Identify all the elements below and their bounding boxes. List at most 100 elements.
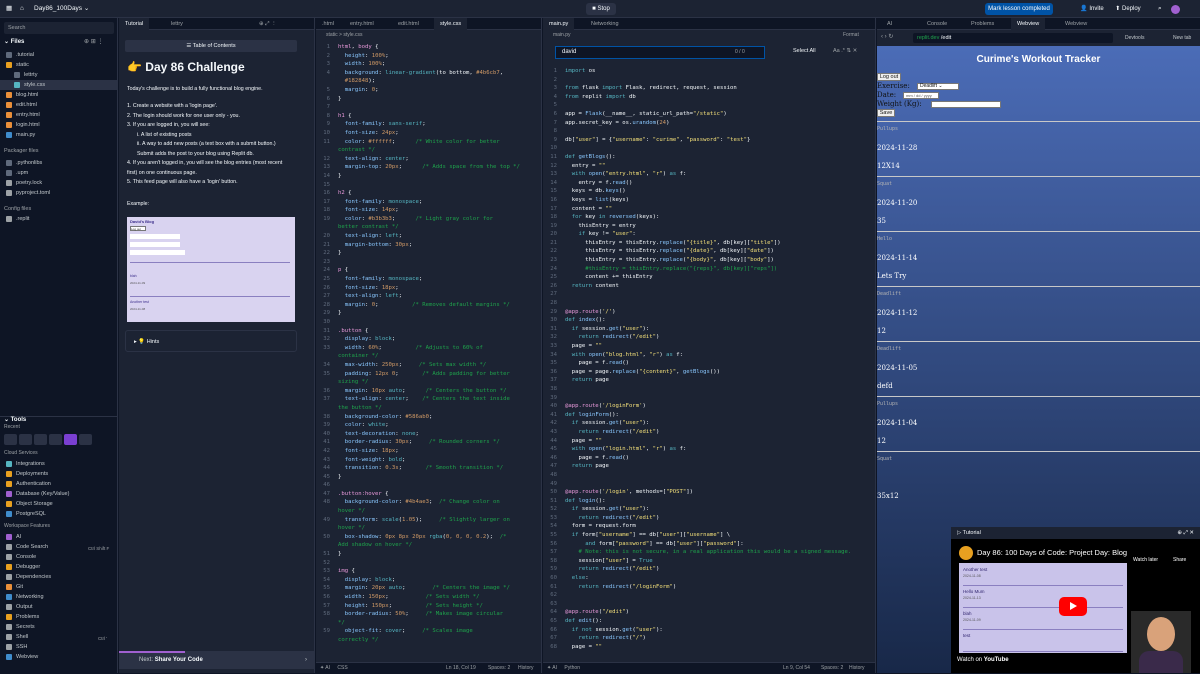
file-item[interactable]: static — [0, 60, 118, 70]
invite-button[interactable]: 👤 Invite — [1076, 3, 1108, 15]
file-item[interactable]: .tutorial — [0, 50, 118, 60]
project-name[interactable]: Day86_100Days ⌄ — [34, 3, 89, 15]
cloud-item[interactable]: PostgreSQL — [0, 509, 118, 519]
save-button[interactable]: Save — [877, 109, 895, 117]
packager-item[interactable]: .upm — [0, 168, 118, 178]
workspace-item[interactable]: Problems — [0, 612, 118, 622]
py-lang[interactable]: Python — [564, 665, 580, 671]
css-code[interactable]: 1 html, body { 2 height: 100%; 3 width: 1… — [316, 43, 542, 661]
format-button[interactable]: Format — [843, 32, 859, 38]
toc-button[interactable]: ☰ Table of Contents — [125, 40, 297, 52]
file-item[interactable]: login.html — [0, 120, 118, 130]
workspace-item[interactable]: Dependencies — [0, 572, 118, 582]
tab-ai[interactable]: AI — [881, 18, 898, 30]
cloud-item[interactable]: Deployments — [0, 469, 118, 479]
tab-style-css[interactable]: style.css — [434, 18, 468, 30]
cloud-item[interactable]: Authentication — [0, 479, 118, 489]
find-input[interactable]: david — [555, 46, 765, 59]
recent-tool-icon[interactable] — [64, 434, 77, 445]
workspace-item[interactable]: Output — [0, 602, 118, 612]
search-input[interactable]: Search — [4, 22, 114, 34]
file-item[interactable]: style.css — [0, 80, 118, 90]
workspace-item[interactable]: Git — [0, 582, 118, 592]
watch-on-label: Watch on — [957, 657, 983, 663]
date-input[interactable]: mm / dd / yyyy — [903, 92, 939, 99]
workspace-item[interactable]: Webview — [0, 652, 118, 662]
channel-avatar[interactable] — [959, 546, 973, 560]
mark-completed-button[interactable]: Mark lesson completed — [985, 3, 1053, 15]
watch-later-button[interactable]: Watch later — [1133, 557, 1158, 563]
config-item[interactable]: .replit — [0, 214, 118, 224]
tab-webview-2[interactable]: Webview — [1059, 18, 1093, 30]
tab-entry-html[interactable]: entry.html — [344, 18, 380, 30]
pane-actions-icon[interactable]: ⊕ ⤢ ⋮ — [259, 18, 277, 30]
css-history[interactable]: History — [518, 663, 534, 674]
play-button[interactable] — [1059, 597, 1087, 616]
cloud-item[interactable]: Integrations — [0, 459, 118, 469]
window-controls-icon[interactable]: ⊕ ⤢ ✕ — [1177, 527, 1194, 539]
workspace-item[interactable]: Secrets — [0, 622, 118, 632]
workspace-item[interactable]: SSH — [0, 642, 118, 652]
new-tab-button[interactable]: New tab — [1173, 35, 1191, 41]
cloud-item[interactable]: Database (Key/Value) — [0, 489, 118, 499]
workspace-item-icon — [6, 574, 12, 580]
file-item[interactable]: lettrty — [0, 70, 118, 80]
workspace-item[interactable]: Console — [0, 552, 118, 562]
stop-button[interactable]: ■ Stop — [586, 3, 616, 15]
file-item[interactable]: edit.html — [0, 100, 118, 110]
packager-item[interactable]: pyproject.toml — [0, 188, 118, 198]
logout-button[interactable]: Log out — [877, 73, 901, 81]
py-code[interactable]: 1 import os 2 3 from flask import Flask, r… — [543, 67, 876, 661]
home-icon[interactable]: ⌂ — [20, 3, 30, 15]
avatar[interactable] — [1171, 5, 1180, 14]
cloud-item[interactable]: Object Storage — [0, 499, 118, 509]
packager-item[interactable]: poetry.lock — [0, 178, 118, 188]
recent-tool-icon[interactable] — [49, 434, 62, 445]
file-item[interactable]: main.py — [0, 130, 118, 140]
css-spaces[interactable]: Spaces: 2 — [488, 663, 510, 674]
video-title[interactable]: Day 86: 100 Days of Code: Project Day: B… — [977, 548, 1127, 557]
share-button[interactable]: Share — [1173, 557, 1186, 563]
deploy-button[interactable]: ⬆ Deploy — [1111, 3, 1145, 15]
hints-accordion[interactable]: ▸ 💡 Hints — [125, 330, 297, 352]
file-item[interactable]: entry.html — [0, 110, 118, 120]
recent-tool-icon[interactable] — [4, 434, 17, 445]
py-spaces[interactable]: Spaces: 2 — [821, 663, 843, 674]
select-all-button[interactable]: Select All — [793, 48, 816, 54]
tab-lettry[interactable]: lettry — [165, 18, 189, 30]
next-lesson-button[interactable]: Next: Share Your Code › — [119, 651, 315, 669]
exercise-select[interactable]: Deadlift ⌄ — [917, 83, 959, 90]
css-lang[interactable]: CSS — [337, 665, 347, 671]
py-history[interactable]: History — [849, 663, 865, 674]
file-actions[interactable]: ⊕ ⊞ ⋮ — [84, 38, 103, 45]
tab-webview[interactable]: Webview — [1011, 18, 1046, 30]
weight-input[interactable] — [931, 101, 1001, 108]
ai-icon[interactable]: ✦ AI — [320, 665, 330, 671]
ai-icon[interactable]: ✦ AI — [547, 665, 557, 671]
watch-on-youtube[interactable]: Watch on YouTube — [957, 657, 1009, 663]
config-header: Config files — [4, 206, 32, 212]
devtools-button[interactable]: Devtools — [1125, 35, 1144, 41]
tab-main-py[interactable]: main.py — [543, 18, 575, 30]
file-item-label: entry.html — [16, 112, 40, 118]
recent-tool-icon[interactable] — [34, 434, 47, 445]
tab-tutorial[interactable]: Tutorial — [119, 18, 150, 30]
grid-icon[interactable]: ▦ — [6, 3, 16, 15]
workspace-item[interactable]: AI — [0, 532, 118, 542]
workspace-item[interactable]: Networking — [0, 592, 118, 602]
recent-tool-icon[interactable] — [19, 434, 32, 445]
url-bar[interactable]: replit.dev /edit — [913, 33, 1113, 43]
search-icon[interactable]: ⌕ — [1158, 3, 1162, 15]
file-item[interactable]: blog.html — [0, 90, 118, 100]
tab-console[interactable]: Console — [921, 18, 953, 30]
find-options-icon[interactable]: Aa .* ⇅ ✕ — [833, 48, 857, 54]
tab-problems[interactable]: Problems — [965, 18, 1000, 30]
tab-html[interactable]: .html — [316, 18, 340, 30]
recent-tool-icon[interactable] — [79, 434, 92, 445]
video-tab[interactable]: Tutorial — [963, 530, 981, 536]
tab-networking[interactable]: Networking — [585, 18, 625, 30]
workspace-item[interactable]: Debugger — [0, 562, 118, 572]
tab-edit-html[interactable]: edit.html — [392, 18, 425, 30]
nav-arrows-icon[interactable]: ‹ › ↻ — [881, 33, 893, 40]
packager-item[interactable]: .pythonlibs — [0, 158, 118, 168]
